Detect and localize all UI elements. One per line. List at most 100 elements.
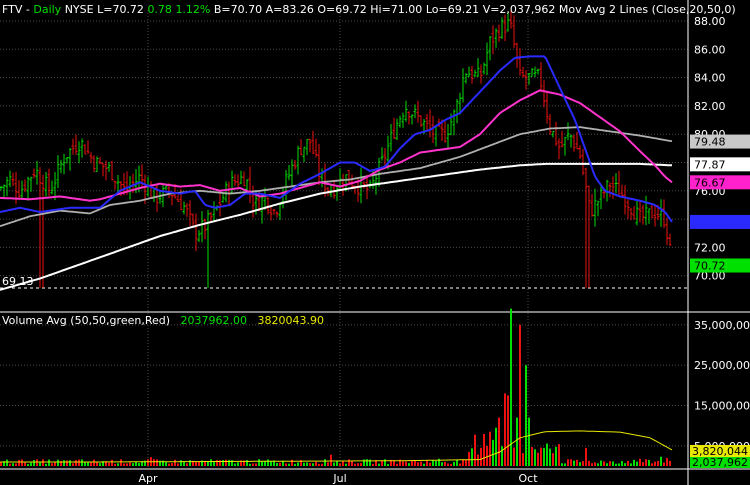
volume-bar [21, 459, 23, 466]
volume-bar [519, 324, 521, 466]
volume-bar [30, 462, 32, 466]
volume-bar [291, 459, 293, 466]
volume-bar [603, 461, 605, 466]
volume-bar [579, 462, 581, 466]
volume-bar [552, 453, 554, 466]
volume-bar [336, 461, 338, 466]
volume-bar [573, 460, 575, 466]
volume-bar [600, 460, 602, 466]
price-tick-label: 82.00 [694, 100, 726, 113]
change-pct: 1.12% [175, 3, 211, 16]
volume-bar [309, 463, 311, 466]
volume-bar [69, 460, 71, 466]
volume-bar [99, 463, 101, 466]
volume-bar [540, 447, 542, 466]
volume-bar [411, 460, 413, 466]
low: Lo=69.21 [425, 3, 480, 16]
volume-bar [153, 459, 155, 466]
volume-bar [48, 459, 50, 466]
volume-bar [594, 462, 596, 466]
volume-bar [483, 433, 485, 466]
price-badge-label: 79.48 [694, 136, 726, 149]
volume-bar [630, 463, 632, 466]
volume-bar [42, 459, 44, 466]
volume-bar [372, 463, 374, 466]
volume-bar [195, 461, 197, 466]
volume-bar [168, 463, 170, 466]
volume-bar [384, 459, 386, 466]
volume-bar [591, 463, 593, 466]
volume-bar [33, 460, 35, 466]
price-header: FTV - Daily NYSE L=70.72 0.78 1.12% B=70… [2, 3, 736, 16]
volume-bar [72, 463, 74, 466]
volume-bar [597, 463, 599, 466]
volume-bar [114, 463, 116, 466]
volume-bar [24, 462, 26, 466]
volume-bar [528, 417, 530, 466]
volume-bar [327, 462, 329, 466]
date-tick-label: Oct [518, 472, 538, 485]
volume-bar [537, 452, 539, 466]
volume-bar [426, 460, 428, 466]
exchange: NYSE [64, 3, 94, 16]
volume-bar [420, 461, 422, 466]
volume-bar [636, 461, 638, 466]
volume-bar [381, 460, 383, 466]
volume-bar [627, 460, 629, 466]
volume-bar [624, 463, 626, 466]
volume-bar [642, 462, 644, 466]
volume-bar [531, 447, 533, 466]
volume-bar [564, 463, 566, 466]
volume-bar [441, 462, 443, 466]
volume-bar [321, 463, 323, 466]
volume-bar [645, 459, 647, 466]
volume-bar [498, 417, 500, 466]
volume-bar [567, 459, 569, 466]
volume-bar [549, 448, 551, 466]
volume-bar [612, 461, 614, 466]
volume-bar [435, 460, 437, 466]
volume-bar [585, 447, 587, 466]
price-badge-label: 70.72 [694, 260, 726, 273]
volume-bar [486, 445, 488, 466]
volume-bar [156, 459, 158, 466]
volume-bar [123, 463, 125, 466]
volume-bar [204, 461, 206, 466]
volume-bar [450, 463, 452, 466]
volume-bar [66, 460, 68, 466]
volume-bar [633, 459, 635, 466]
volume-bar [417, 462, 419, 466]
volume-bar [165, 461, 167, 466]
volume-bar [582, 461, 584, 466]
volume-bar [606, 463, 608, 466]
volume-value: 2037962.00 [180, 314, 247, 327]
volume-bar [654, 461, 656, 466]
volume-bar [126, 463, 128, 466]
volume-bar [408, 463, 410, 466]
volume-bar [0, 461, 2, 466]
volume-bar [507, 395, 509, 466]
price-badge-label: 74.00 [694, 216, 726, 229]
high: Hi=71.00 [370, 3, 423, 16]
volume-bar [444, 461, 446, 466]
volume-title: Volume Avg (50,50,green,Red) [2, 314, 171, 327]
volume-bar [186, 463, 188, 466]
volume-bar [306, 462, 308, 466]
volume-tick-label: 35,000,000 [694, 319, 750, 332]
volume-bar [351, 461, 353, 466]
volume-bar [387, 463, 389, 466]
volume-bar [312, 463, 314, 466]
volume-bar [183, 461, 185, 466]
volume-bar [138, 463, 140, 466]
price-bars [0, 9, 672, 288]
volume-bar [15, 463, 17, 466]
volume-bar [534, 449, 536, 466]
volume-bar [132, 463, 134, 466]
volume-bar [63, 460, 65, 466]
volume-bar [429, 462, 431, 466]
volume-bar [51, 463, 53, 466]
volume-bar [588, 460, 590, 466]
volume-bar [471, 448, 473, 466]
volume-bar [288, 463, 290, 466]
volume-bar [147, 459, 149, 466]
